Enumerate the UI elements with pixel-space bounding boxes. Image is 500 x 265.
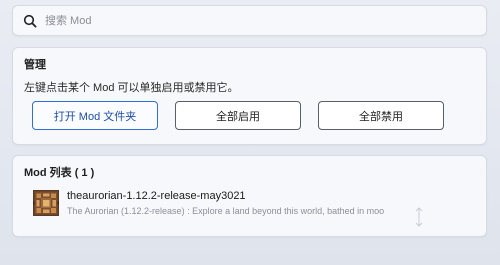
search-bar[interactable] xyxy=(12,5,487,36)
list-item[interactable]: theaurorian-1.12.2-release-may3021 The A… xyxy=(33,189,384,218)
manage-title: 管理 xyxy=(24,59,46,71)
enable-all-button[interactable]: 全部启用 xyxy=(175,101,301,130)
search-input[interactable] xyxy=(45,14,465,27)
redstone-lamp-block-icon xyxy=(33,190,59,216)
search-icon xyxy=(23,14,37,28)
mod-list-title: Mod 列表 ( 1 ) xyxy=(24,167,95,179)
open-mod-folder-button[interactable]: 打开 Mod 文件夹 xyxy=(32,101,158,130)
disable-all-button[interactable]: 全部禁用 xyxy=(318,101,444,130)
manage-panel: 管理 左键点击某个 Mod 可以单独启用或禁用它。 打开 Mod 文件夹 全部启… xyxy=(12,47,487,145)
manage-hint: 左键点击某个 Mod 可以单独启用或禁用它。 xyxy=(24,82,239,94)
mod-list-panel: Mod 列表 ( 1 ) theaurorian-1.12.2-release-… xyxy=(12,155,487,237)
mod-description: The Aurorian (1.12.2-release) : Explore … xyxy=(67,206,385,216)
manage-button-row: 打开 Mod 文件夹 全部启用 全部禁用 xyxy=(32,101,444,130)
mod-name: theaurorian-1.12.2-release-may3021 xyxy=(67,190,246,202)
scroll-indicator-icon xyxy=(415,207,423,227)
